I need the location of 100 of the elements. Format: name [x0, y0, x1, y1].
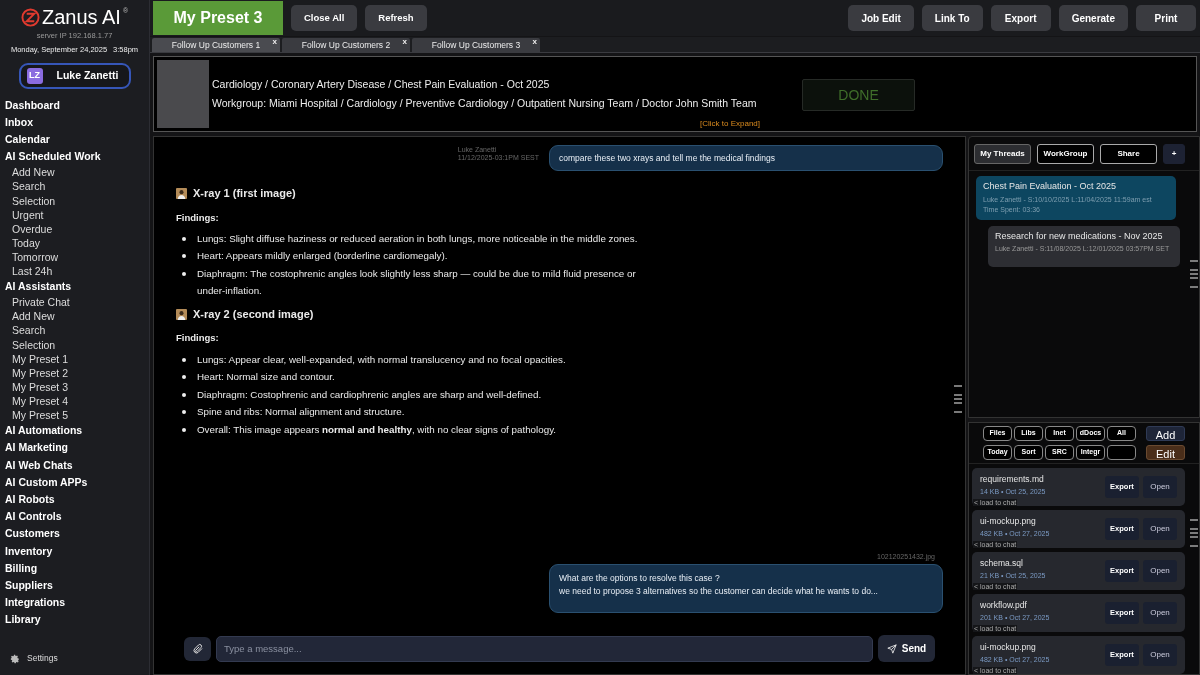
nav-section-link[interactable]: Suppliers [5, 576, 144, 595]
nav-link[interactable]: Urgent [5, 207, 144, 222]
toolbar-button[interactable]: Close All [291, 5, 358, 31]
message-input[interactable]: Type a message... [216, 635, 873, 662]
document-tab[interactable]: Follow Up Customers 3 x [412, 38, 540, 52]
expand-link[interactable]: [Click to Expand] [700, 118, 761, 130]
finding-text: Diaphragm: The costophrenic angles look slightly less sharp — could be due to mild fluid presence or under-inflation. [197, 266, 637, 299]
file-name: ui-mockup.png [980, 514, 1037, 528]
thread-filter-button[interactable]: WorkGroup [1037, 144, 1094, 164]
nav-link[interactable]: Last 24h [5, 263, 144, 279]
file-name: workflow.pdf [980, 598, 1028, 612]
nav-section-link[interactable]: Customers [5, 525, 144, 543]
toolbar-button[interactable]: Print [1136, 5, 1196, 31]
nav-link[interactable]: Add New [5, 309, 144, 324]
send-icon [886, 643, 897, 654]
section-heading: X-ray 1 (first image) [193, 186, 296, 201]
tab-close-button[interactable]: x [272, 36, 277, 48]
nav-link[interactable]: Selection [5, 193, 144, 208]
xray-picture-icon [176, 187, 187, 199]
finding-text: Overall: This image appears normal and healthy, with no clear signs of pathology. [197, 422, 557, 437]
thread-title: Chest Pain Evaluation - Oct 2025 [983, 180, 1118, 193]
thread-title: Research for new medications - Nov 2025 [995, 229, 1164, 243]
brand-name: Zanus AI [41, 6, 121, 28]
send-button[interactable]: Send [878, 635, 935, 662]
case-workgroup: Workgroup: Miami Hospital / Cardiology / Preventive Cardiology / Outpatient Nursing Team / Doctor John Smith Team [212, 95, 757, 111]
settings-link[interactable]: Settings [10, 652, 149, 665]
xray-picture-icon [176, 308, 187, 320]
nav-section-link[interactable]: Integrations [5, 594, 144, 612]
open-button[interactable]: Open [1143, 602, 1177, 624]
nav-link[interactable]: My Preset 1 [5, 351, 144, 366]
thread-filter-button[interactable]: Share [1100, 144, 1157, 164]
file-action-button[interactable]: Edit [1146, 445, 1185, 460]
nav-section-link[interactable]: Inbox [5, 113, 144, 131]
nav-section-link[interactable]: AI Scheduled Work [5, 148, 144, 166]
open-button[interactable]: Open [1143, 644, 1177, 666]
toolbar-button[interactable]: Export [990, 5, 1051, 31]
bullet-icon [182, 357, 186, 362]
tab-close-button[interactable]: x [402, 36, 407, 48]
findings-label: Findings: [176, 331, 220, 346]
finding-text: Lungs: Appear clear, well-expanded, with normal translucency and no focal opacities. [197, 352, 566, 367]
nav-link[interactable]: My Preset 2 [5, 365, 144, 380]
open-button[interactable]: Open [1143, 476, 1177, 498]
nav-link[interactable]: Today [5, 235, 144, 250]
logo-icon [20, 7, 40, 27]
finding-text: Lungs: Slight diffuse haziness or reduced aeration in both lungs, more noticeable in the middle zones. [197, 231, 638, 246]
finding-text: Heart: Appears mildly enlarged (borderline cardiomegaly). [197, 249, 448, 264]
resize-grip-icon [1190, 259, 1198, 289]
document-tab[interactable]: Follow Up Customers 2 x [282, 38, 410, 52]
nav-link[interactable]: Overdue [5, 221, 144, 236]
nav-link[interactable]: My Preset 4 [5, 393, 144, 408]
tab-close-button[interactable]: x [532, 36, 537, 48]
open-button[interactable]: Open [1143, 560, 1177, 582]
nav-link[interactable]: My Preset 3 [5, 379, 144, 394]
finding-text: Spine and ribs: Normal alignment and structure. [197, 405, 405, 419]
user-button[interactable]: LZ Luke Zanetti [18, 62, 131, 89]
settings-icon [10, 653, 20, 664]
bullet-icon [182, 236, 186, 241]
nav-section-link[interactable]: Inventory [5, 542, 144, 560]
nav-section-link[interactable]: AI Automations [5, 422, 144, 440]
nav-section-link[interactable]: Calendar [5, 130, 144, 149]
message-text: compare these two xrays and tell me the medical findings [559, 151, 775, 165]
preset-title: My Preset 3 [153, 1, 283, 35]
nav-link[interactable]: Add New [5, 165, 144, 180]
nav-section-link[interactable]: AI Web Chats [5, 456, 144, 474]
nav-section-link[interactable]: Library [5, 611, 144, 629]
nav-section-link[interactable]: AI Custom APPs [5, 473, 144, 491]
toolbar-button[interactable]: Refresh [365, 5, 427, 31]
nav-section-link[interactable]: AI Controls [5, 508, 144, 526]
attach-button[interactable] [184, 636, 211, 661]
nav-section-link[interactable]: AI Assistants [5, 278, 144, 296]
nav-section-link[interactable]: Billing [5, 559, 144, 577]
file-action-button[interactable]: Add [1146, 426, 1185, 441]
bullet-icon [182, 427, 186, 432]
file-name: ui-mockup.png [980, 640, 1037, 654]
nav-link[interactable]: Private Chat [5, 295, 144, 310]
file-name: requirements.md [980, 472, 1045, 486]
thread-filter-button[interactable]: + [1163, 144, 1185, 164]
nav-section-link[interactable]: AI Marketing [5, 439, 144, 457]
toolbar-button[interactable]: Link To [921, 5, 983, 31]
resize-grip-icon [954, 384, 962, 414]
paperclip-icon [191, 642, 204, 655]
nav-link[interactable]: My Preset 5 [5, 408, 144, 423]
bullet-icon [182, 271, 186, 276]
nav-link[interactable]: Search [5, 323, 144, 338]
toolbar-button[interactable]: Generate [1058, 5, 1128, 31]
open-button[interactable]: Open [1143, 518, 1177, 540]
empty-filter-button[interactable] [1107, 444, 1136, 460]
toolbar-button[interactable]: Job Edit [848, 5, 914, 31]
section-heading: X-ray 2 (second image) [193, 306, 314, 322]
status-badge: DONE [802, 79, 915, 111]
nav-section-link[interactable]: AI Robots [5, 490, 144, 509]
bullet-icon [182, 254, 186, 259]
nav-section-link[interactable]: Dashboard [5, 96, 144, 114]
nav-link[interactable]: Selection [5, 337, 144, 352]
nav-link[interactable]: Tomorrow [5, 249, 144, 264]
document-tab[interactable]: Follow Up Customers 1 x [152, 38, 280, 52]
message-text: we need to propose 3 alternatives so the customer can decide what he wants to do... [559, 585, 879, 598]
nav-link[interactable]: Search [5, 179, 144, 194]
finding-text: Heart: Normal size and contour. [197, 370, 335, 384]
thread-filter-button[interactable]: My Threads [974, 144, 1031, 164]
